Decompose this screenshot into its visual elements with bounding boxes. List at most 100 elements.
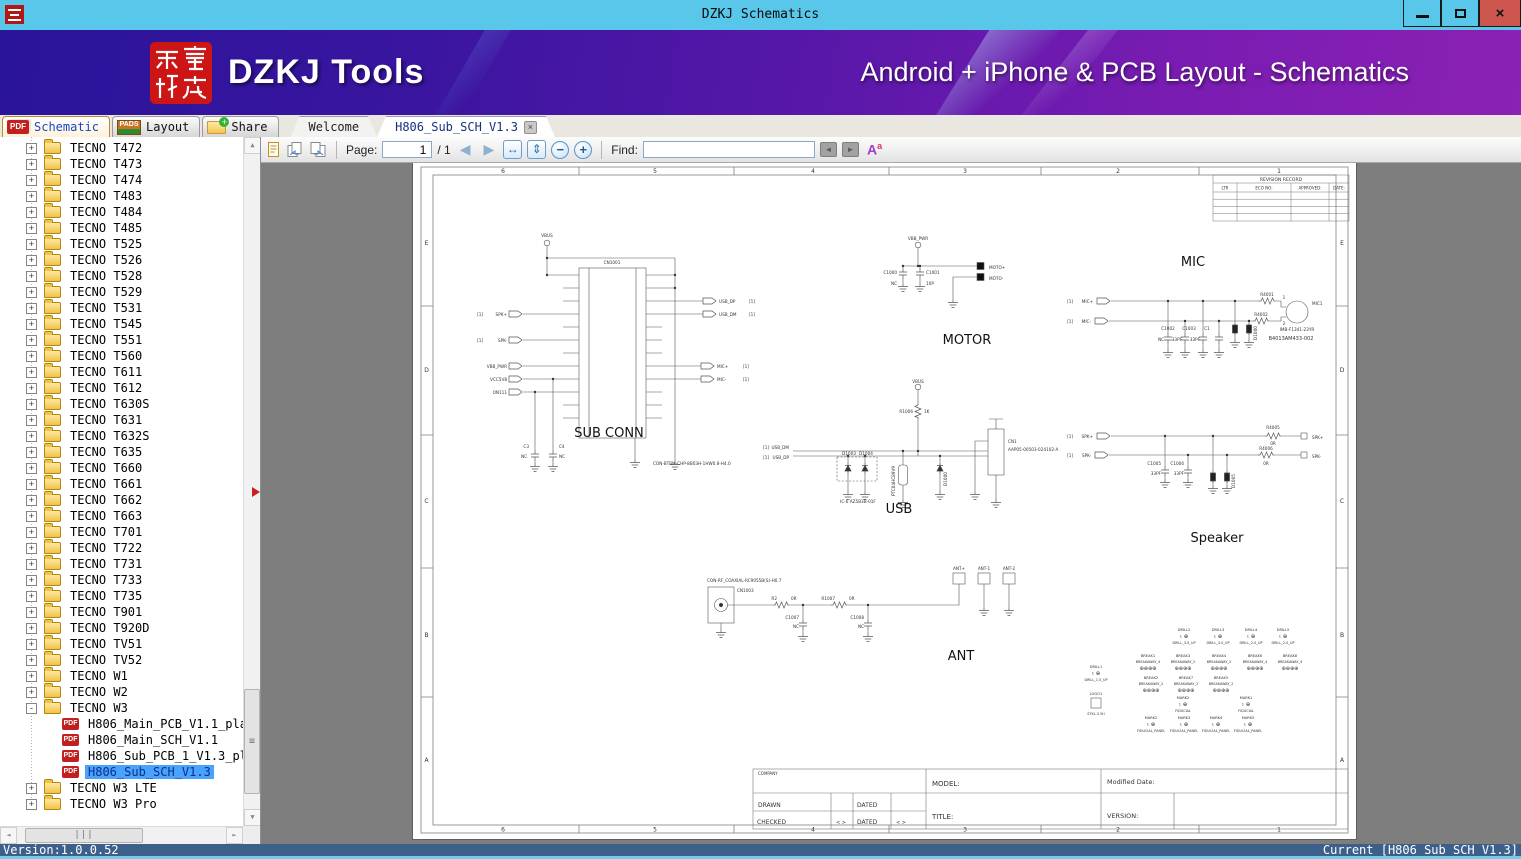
tree-item[interactable]: + TECNO W3 Pro [0, 795, 243, 812]
tree-item[interactable]: + TECNO T722 [0, 539, 243, 556]
tree-expander[interactable]: + [26, 590, 37, 602]
fit-page-button[interactable]: ⇕ [527, 140, 547, 159]
tree-item[interactable]: + TECNO W3 LTE [0, 779, 243, 796]
tree-item[interactable]: + TECNO T661 [0, 475, 243, 492]
tree-expander[interactable]: + [26, 318, 37, 330]
tree-expander[interactable]: + [26, 334, 37, 346]
tree-item[interactable]: + TECNO T528 [0, 267, 243, 284]
tab-close-icon[interactable]: × [524, 121, 537, 134]
tree-item[interactable]: + TECNO T631 [0, 411, 243, 428]
scroll-up-button[interactable]: ▲ [244, 137, 260, 154]
tree-expander[interactable]: + [26, 366, 37, 378]
tree-item[interactable]: + TECNO W2 [0, 683, 243, 700]
tree-item[interactable]: + TECNO T662 [0, 491, 243, 508]
tree-item[interactable]: + TECNO T660 [0, 459, 243, 476]
previous-page-button[interactable]: ◀ [456, 141, 475, 158]
document-icon[interactable] [266, 140, 281, 160]
tree-item[interactable]: PDF H806_Sub_PCB_1_V1.3_place [0, 748, 243, 764]
tree-expander[interactable]: + [26, 190, 37, 202]
tree-item[interactable]: + TECNO T551 [0, 331, 243, 348]
tree-expander[interactable]: + [26, 206, 37, 218]
tree-expander[interactable]: + [26, 302, 37, 314]
tree-expander[interactable]: + [26, 238, 37, 250]
tab-layout[interactable]: PADS Layout [112, 116, 201, 137]
tree-item[interactable]: + TECNO T531 [0, 299, 243, 316]
vertical-scrollbar[interactable]: ▲ ≡ ▼ [243, 137, 260, 826]
scroll-right-button[interactable]: ► [226, 827, 243, 844]
tree-item[interactable]: PDF H806_Sub_SCH_V1.3 [0, 764, 243, 780]
tree-item[interactable]: + TECNO T733 [0, 571, 243, 588]
tree-expander[interactable]: + [26, 286, 37, 298]
tree-item[interactable]: + TECNO T920D [0, 619, 243, 636]
tree-expander[interactable]: + [26, 494, 37, 506]
tree-expander[interactable]: + [26, 446, 37, 458]
tree-item[interactable]: - TECNO W3 [0, 699, 243, 716]
tab-document-h806-sub-sch[interactable]: H806_Sub_SCH_V1.3 × [377, 116, 555, 137]
find-previous-button[interactable]: ◄ [819, 142, 837, 157]
horizontal-scrollbar[interactable]: ◄ ||| ► [0, 826, 243, 844]
tree-item[interactable]: + TECNO T630S [0, 395, 243, 412]
tree-item[interactable]: + TECNO T632S [0, 427, 243, 444]
tree-expander[interactable]: + [26, 350, 37, 362]
tree-item[interactable]: + TECNO T472 [0, 139, 243, 156]
find-next-button[interactable]: ► [841, 142, 859, 157]
tree-expander[interactable]: + [26, 174, 37, 186]
tree-expander[interactable]: + [26, 558, 37, 570]
tree-item[interactable]: + TECNO T611 [0, 363, 243, 380]
tree-item[interactable]: + TECNO T701 [0, 523, 243, 540]
tree-expander[interactable]: + [26, 638, 37, 650]
tree-item[interactable]: + TECNO T731 [0, 555, 243, 572]
tree-item[interactable]: + TECNO T526 [0, 251, 243, 268]
tree-expander[interactable]: + [26, 398, 37, 410]
tree-item[interactable]: + TECNO TV51 [0, 635, 243, 652]
tree-expander[interactable]: + [26, 798, 37, 810]
tree-item[interactable]: + TECNO TV52 [0, 651, 243, 668]
tree-expander[interactable]: + [26, 254, 37, 266]
tab-welcome[interactable]: Welcome [291, 116, 378, 137]
tree-item[interactable]: + TECNO T529 [0, 283, 243, 300]
tree-item[interactable]: + TECNO T901 [0, 603, 243, 620]
horizontal-scroll-thumb[interactable]: ||| [25, 828, 143, 843]
tree-item[interactable]: + TECNO T484 [0, 203, 243, 220]
tree-item[interactable]: + TECNO T525 [0, 235, 243, 252]
zoom-out-button[interactable]: − [551, 140, 570, 159]
tree-expander[interactable]: + [26, 526, 37, 538]
fit-width-button[interactable]: ↔ [503, 140, 523, 159]
tree-expander[interactable]: + [26, 510, 37, 522]
copy-page-left-icon[interactable] [286, 140, 304, 160]
splitter-collapse-arrow[interactable] [252, 487, 265, 497]
scroll-left-button[interactable]: ◄ [0, 827, 17, 844]
find-input[interactable] [642, 141, 815, 158]
tree-expander[interactable]: + [26, 686, 37, 698]
tab-schematic[interactable]: PDF Schematic [2, 116, 111, 137]
tree-expander[interactable]: + [26, 462, 37, 474]
tree-expander[interactable]: + [26, 606, 37, 618]
tree-item[interactable]: + TECNO T485 [0, 219, 243, 236]
tree-item[interactable]: + TECNO W1 [0, 667, 243, 684]
tree-item[interactable]: + TECNO T560 [0, 347, 243, 364]
scroll-down-button[interactable]: ▼ [244, 809, 260, 826]
tab-share[interactable]: Share [202, 116, 279, 137]
tree-expander[interactable]: + [26, 270, 37, 282]
tree-expander[interactable]: + [26, 414, 37, 426]
next-page-button[interactable]: ▶ [479, 141, 498, 158]
tree-item[interactable]: PDF H806_Main_SCH_V1.1 [0, 732, 243, 748]
tree-item[interactable]: + TECNO T474 [0, 171, 243, 188]
vertical-scroll-thumb[interactable]: ≡ [244, 689, 260, 794]
tree-item[interactable]: PDF H806_Main_PCB_V1.1_placem [0, 716, 243, 732]
tree-expander[interactable]: + [26, 430, 37, 442]
tree-item[interactable]: + TECNO T545 [0, 315, 243, 332]
tree-expander[interactable]: + [26, 622, 37, 634]
case-sensitive-icon[interactable]: Aa [864, 141, 885, 158]
tree-expander[interactable]: + [26, 542, 37, 554]
tree-item[interactable]: + TECNO T473 [0, 155, 243, 172]
tree-expander[interactable]: - [26, 702, 37, 714]
tree-item[interactable]: + TECNO T612 [0, 379, 243, 396]
page-number-input[interactable] [382, 141, 433, 158]
tree-expander[interactable]: + [26, 382, 37, 394]
zoom-in-button[interactable]: + [574, 140, 593, 159]
tree-item[interactable]: + TECNO T735 [0, 587, 243, 604]
tree-expander[interactable]: + [26, 478, 37, 490]
tree-expander[interactable]: + [26, 574, 37, 586]
tree-item[interactable]: + TECNO T635 [0, 443, 243, 460]
